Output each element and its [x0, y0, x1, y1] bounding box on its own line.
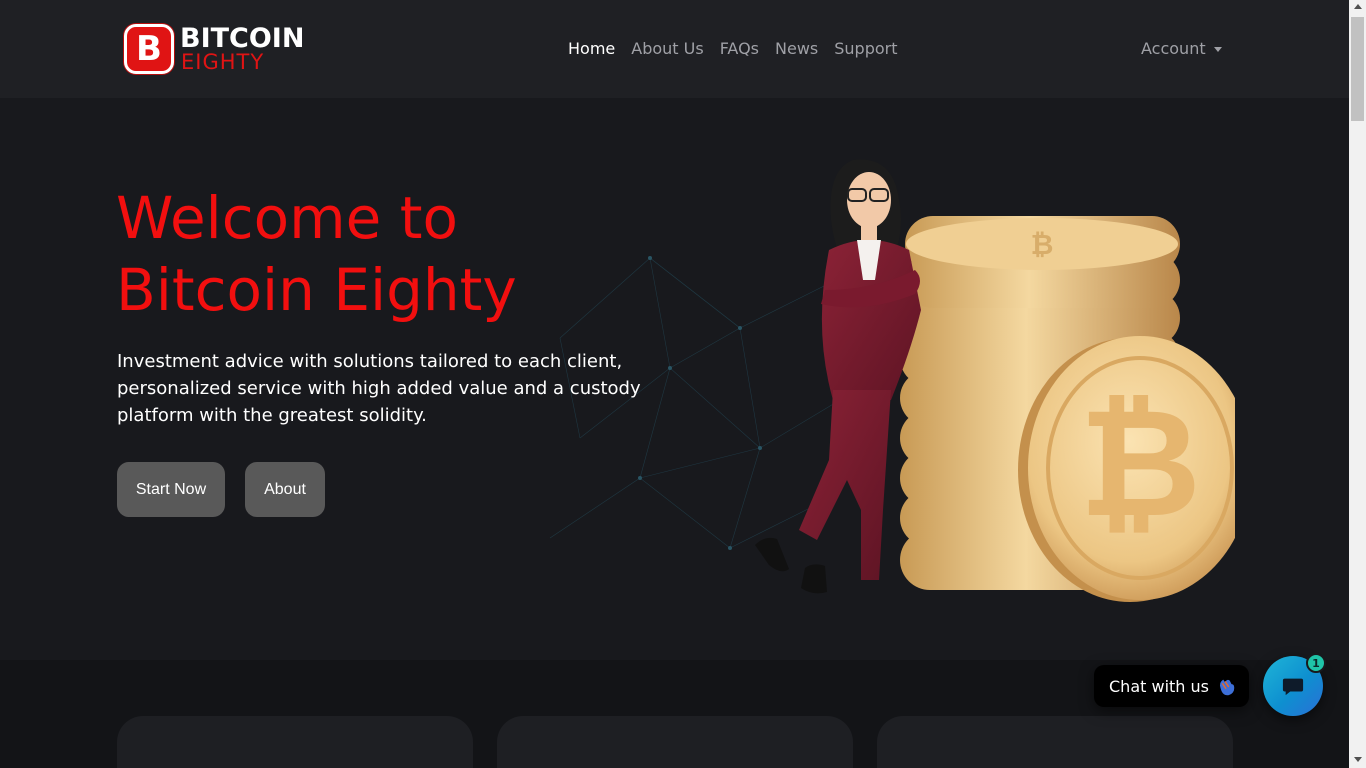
nav-link-support[interactable]: Support	[834, 38, 897, 60]
brand-logo[interactable]: B BITCOIN EIGHTY	[124, 24, 314, 76]
svg-text:₿: ₿	[1031, 228, 1054, 261]
nav-link-about-us[interactable]: About Us	[631, 38, 703, 60]
chat-with-us-bubble[interactable]: Chat with us	[1094, 665, 1249, 707]
scrollbar-thumb[interactable]	[1351, 17, 1364, 121]
unread-count-badge: 1	[1306, 653, 1326, 673]
chevron-down-icon	[1213, 46, 1222, 52]
bitcoin-logo-icon: B	[124, 24, 174, 74]
hero-title-line2: Bitcoin Eighty	[116, 256, 517, 324]
chat-message-icon	[1282, 678, 1304, 696]
nav-link-faqs[interactable]: FAQs	[720, 38, 759, 60]
scroll-up-arrow-icon[interactable]	[1354, 4, 1362, 9]
feature-card	[877, 716, 1233, 768]
scroll-down-arrow-icon[interactable]	[1354, 757, 1362, 762]
start-now-button[interactable]: Start Now	[117, 462, 225, 517]
nav-link-home[interactable]: Home	[568, 38, 615, 60]
hero-title-line1: Welcome to	[116, 184, 458, 252]
hero-subtitle: Investment advice with solutions tailore…	[117, 351, 641, 426]
svg-text:₿: ₿	[1079, 377, 1201, 551]
feature-card	[117, 716, 473, 768]
about-button[interactable]: About	[245, 462, 325, 517]
nav-link-news[interactable]: News	[775, 38, 818, 60]
waving-hand-icon	[1219, 679, 1235, 696]
woman-leaning-on-coin-stack-illustration: ₿ ₿	[755, 159, 1235, 602]
feature-card	[497, 716, 853, 768]
hero-title: Welcome to Bitcoin Eighty	[116, 182, 676, 326]
woman-figure-icon	[755, 159, 921, 594]
logo-wordmark-secondary: EIGHTY	[181, 50, 265, 74]
main-nav: Home About Us FAQs News Support	[568, 38, 914, 60]
hero-section: Welcome to Bitcoin Eighty Investment adv…	[0, 98, 1349, 660]
chat-bubble-text: Chat with us	[1109, 676, 1209, 696]
account-dropdown[interactable]: Account	[1141, 38, 1222, 60]
page-scrollbar[interactable]	[1349, 0, 1366, 768]
account-label: Account	[1141, 39, 1206, 58]
navbar: B BITCOIN EIGHTY Home About Us FAQs News…	[0, 0, 1349, 98]
logo-badge-glyph: B	[136, 29, 162, 69]
